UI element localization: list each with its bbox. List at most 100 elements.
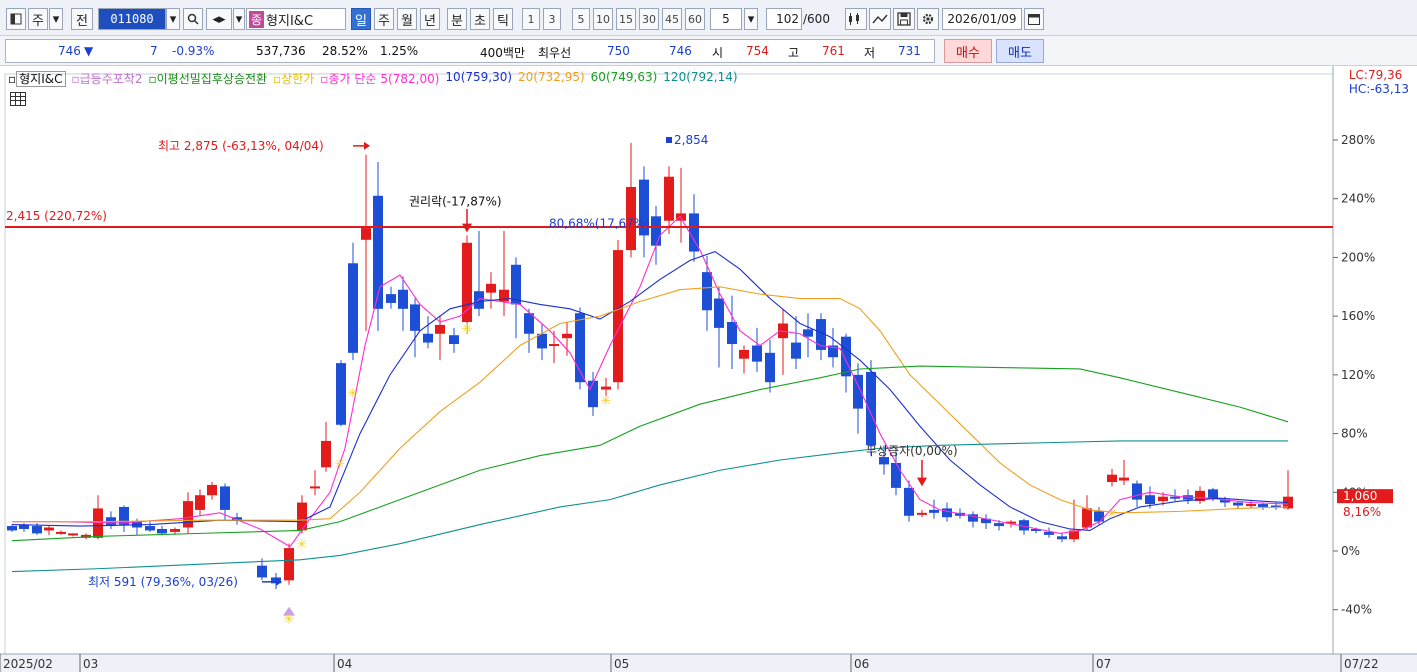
- indicator-icon[interactable]: [845, 8, 867, 30]
- quote-bar: 746 ▼ 7 -0.93% 537,736 28.52% 1.25% 400백…: [0, 36, 1417, 66]
- unit-dropdown-icon[interactable]: ▾: [744, 8, 758, 30]
- x-tick-label: 2025/02: [3, 657, 53, 671]
- candle-up: [310, 486, 320, 489]
- signal-star: ✳: [335, 457, 346, 472]
- legend-indicator-2[interactable]: ▫이평선밀집후상승전환: [148, 70, 267, 87]
- prev-next-icon[interactable]: ◂▸: [206, 8, 232, 30]
- candle-down: [866, 371, 876, 446]
- low-price: 731: [898, 44, 921, 58]
- candle-down: [1057, 536, 1067, 540]
- period-month[interactable]: 월: [397, 8, 417, 30]
- candle-down: [449, 335, 459, 345]
- legend-indicator-3[interactable]: ▫상한가: [273, 70, 314, 87]
- unit-button-60[interactable]: 60: [685, 8, 705, 30]
- candle-down: [929, 509, 939, 513]
- jeon-button[interactable]: 전: [71, 8, 93, 30]
- code-dropdown-icon[interactable]: ▾: [166, 8, 180, 30]
- period-second[interactable]: 초: [470, 8, 490, 30]
- low-label: 저: [864, 46, 876, 60]
- list-dropdown-icon[interactable]: ▾: [233, 8, 245, 30]
- count-input[interactable]: 102: [766, 8, 802, 30]
- x-tick-label: 07: [1096, 657, 1111, 671]
- line-tool-icon[interactable]: [869, 8, 891, 30]
- x-tick-label: 04: [337, 657, 352, 671]
- candle-down: [1258, 504, 1268, 507]
- candle-up: [739, 349, 749, 359]
- best-bid: 746: [669, 44, 692, 58]
- peak-annotation: 2,854: [674, 133, 708, 147]
- date-input[interactable]: 2026/01/09: [942, 8, 1022, 30]
- candle-down: [803, 329, 813, 337]
- candle-down: [588, 380, 598, 408]
- price-change: 7: [150, 44, 158, 58]
- period-tick[interactable]: 틱: [493, 8, 513, 30]
- price-tag-value: 1,060: [1343, 489, 1377, 503]
- candle-down: [257, 565, 267, 578]
- candle-up: [613, 250, 623, 383]
- candle-up: [183, 501, 193, 528]
- change-percent: -0.93%: [172, 44, 215, 58]
- signal-star: ✳: [297, 538, 308, 553]
- candle-up: [601, 386, 611, 390]
- candle-up: [56, 531, 66, 534]
- plot-area: [4, 73, 1334, 655]
- candle-up: [562, 333, 572, 339]
- legend-ma60: 60(749,63): [590, 70, 658, 84]
- candle-down: [651, 216, 661, 246]
- stock-code-input[interactable]: 011080: [98, 8, 166, 30]
- candle-up: [917, 512, 927, 515]
- buy-button[interactable]: 매수: [944, 39, 992, 63]
- high-label: 고: [788, 46, 800, 60]
- unit-button-3[interactable]: 3: [543, 8, 561, 30]
- interval-select[interactable]: 주: [28, 8, 48, 30]
- unit-button-45[interactable]: 45: [662, 8, 682, 30]
- period-week[interactable]: 주: [374, 8, 394, 30]
- candle-down: [537, 333, 547, 349]
- candle-down: [1094, 511, 1104, 522]
- unit-select[interactable]: 5: [710, 8, 742, 30]
- candle-down: [1132, 483, 1142, 500]
- period-year[interactable]: 년: [420, 8, 440, 30]
- candle-up: [321, 440, 331, 468]
- candle-up: [170, 528, 180, 532]
- chevron-down-icon[interactable]: ▾: [49, 8, 63, 30]
- candle-up: [664, 176, 674, 221]
- price-chart[interactable]: 280%240%200%160%120%80%40%0%-40%2025/020…: [0, 66, 1417, 672]
- x-axis-band: [0, 654, 1417, 672]
- candle-down: [145, 526, 155, 531]
- x-tick-label: 07/22: [1344, 657, 1379, 671]
- chart-canvas[interactable]: 280%240%200%160%120%80%40%0%-40%2025/020…: [0, 66, 1417, 672]
- candle-down: [1145, 495, 1155, 505]
- candle-up: [361, 228, 371, 240]
- unit-button-10[interactable]: 10: [593, 8, 613, 30]
- candle-down: [373, 195, 383, 309]
- legend-ma-title[interactable]: ▫종가 단순 5(782,00): [320, 70, 439, 87]
- legend-indicator-1[interactable]: ▫급등주포착2: [72, 70, 143, 87]
- open-label: 시: [712, 46, 724, 60]
- peak-marker: [666, 137, 672, 143]
- gear-icon[interactable]: [917, 8, 939, 30]
- stock-name-field[interactable]: 종 형지I&C: [246, 8, 346, 30]
- save-icon[interactable]: [893, 8, 915, 30]
- candle-up: [68, 533, 78, 536]
- period-day[interactable]: 일: [351, 8, 371, 30]
- legend-stock[interactable]: ▫ 형지I&C: [8, 70, 66, 87]
- candle-down: [336, 363, 346, 425]
- calendar-icon[interactable]: [1024, 8, 1044, 30]
- volume: 537,736: [256, 44, 306, 58]
- window-icon[interactable]: [6, 8, 26, 30]
- signal-star: ✳: [348, 386, 359, 401]
- candle-down: [398, 289, 408, 309]
- candle-down: [7, 526, 17, 531]
- candle-down: [1233, 502, 1243, 506]
- unit-button-15[interactable]: 15: [616, 8, 636, 30]
- ratio: 1.25%: [380, 44, 419, 58]
- sell-button[interactable]: 매도: [996, 39, 1044, 63]
- search-icon[interactable]: [183, 8, 203, 30]
- y-tick-label: 280%: [1341, 133, 1375, 147]
- y-tick-label: -40%: [1341, 603, 1372, 617]
- unit-button-5[interactable]: 5: [572, 8, 590, 30]
- unit-button-30[interactable]: 30: [639, 8, 659, 30]
- unit-button-1[interactable]: 1: [522, 8, 540, 30]
- period-minute[interactable]: 분: [447, 8, 467, 30]
